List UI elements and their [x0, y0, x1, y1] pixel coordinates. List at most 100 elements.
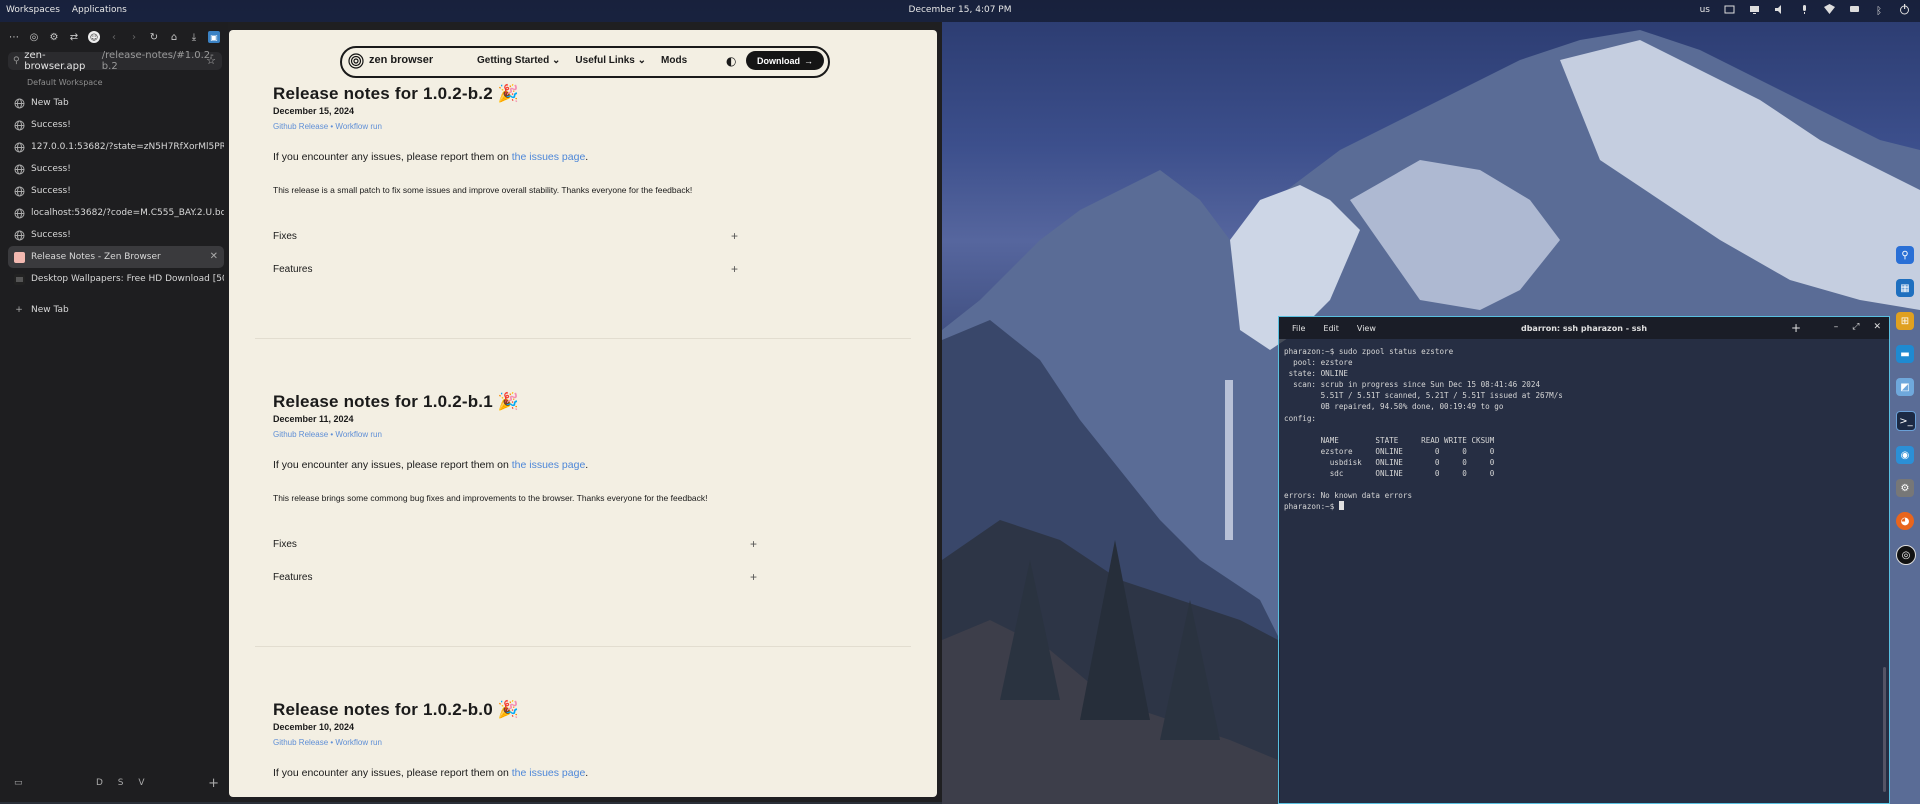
screenshot-icon[interactable]: ◉: [1896, 446, 1914, 464]
forward-icon[interactable]: ›: [128, 31, 140, 43]
tab-list: New Tab Success! 127.0.0.1:53682/?state=zN…: [8, 92, 224, 321]
github-release-link[interactable]: Github Release: [273, 122, 328, 131]
issues-page-link[interactable]: the issues page: [512, 151, 586, 163]
minimize-icon[interactable]: –: [1834, 322, 1839, 332]
system-top-bar: Workspaces Applications December 15, 4:0…: [0, 0, 1920, 22]
workspace-switcher[interactable]: D S V: [96, 778, 151, 788]
new-tab-label: New Tab: [31, 305, 69, 315]
globe-icon: [13, 207, 25, 219]
new-tab-button[interactable]: + New Tab: [8, 299, 224, 321]
theme-toggle-icon[interactable]: ◐: [726, 54, 736, 68]
browser-tab[interactable]: Desktop Wallpapers: Free HD Download [50…: [8, 268, 224, 290]
features-accordion[interactable]: Features +: [273, 570, 757, 586]
display-icon[interactable]: [1749, 4, 1760, 15]
settings-gear-icon[interactable]: ⚙: [1896, 479, 1914, 497]
firefox-icon[interactable]: ◕: [1896, 512, 1914, 530]
back-icon[interactable]: ‹: [108, 31, 120, 43]
section-divider: [255, 646, 911, 647]
reload-icon[interactable]: ↻: [148, 31, 160, 43]
tab-label: Success!: [31, 120, 71, 130]
github-release-link[interactable]: Github Release: [273, 738, 328, 747]
zen-logo-icon[interactable]: [348, 53, 364, 69]
terminal-scrollbar[interactable]: [1883, 667, 1886, 792]
site-brand[interactable]: zen browser: [369, 54, 433, 66]
globe-icon: [13, 141, 25, 153]
wifi-icon[interactable]: [1824, 4, 1835, 15]
globe-icon: [13, 229, 25, 241]
issues-page-link[interactable]: the issues page: [512, 459, 586, 471]
bluetooth-icon[interactable]: ᛒ: [1874, 4, 1885, 17]
image-viewer-icon[interactable]: ◩: [1896, 378, 1914, 396]
github-release-link[interactable]: Github Release: [273, 430, 328, 439]
issue-notice: If you encounter any issues, please repo…: [273, 459, 589, 471]
microphone-icon[interactable]: [1799, 4, 1810, 15]
url-bar[interactable]: ⚲ zen-browser.app/release-notes/#1.0.2-b…: [8, 50, 222, 72]
nav-mods[interactable]: Mods: [661, 55, 687, 66]
browser-tab[interactable]: Success!: [8, 114, 224, 136]
workflow-run-link[interactable]: Workflow run: [335, 122, 382, 131]
home-icon[interactable]: ⌂: [168, 31, 180, 43]
sync-icon[interactable]: ◎: [28, 31, 40, 43]
volume-icon[interactable]: [1774, 4, 1785, 15]
fixes-accordion[interactable]: Fixes +: [273, 537, 757, 553]
search-app-icon[interactable]: ⚲: [1896, 246, 1914, 264]
sidebar-toggle-icon[interactable]: ▭: [14, 778, 23, 788]
issue-notice: If you encounter any issues, please repo…: [273, 151, 589, 163]
browser-tab[interactable]: 127.0.0.1:53682/?state=zN5H7RfXorMl5PR_n…: [8, 136, 224, 158]
swap-icon[interactable]: ⇄: [68, 31, 80, 43]
screen-icon[interactable]: [1724, 4, 1735, 15]
clock[interactable]: December 15, 4:07 PM: [0, 5, 1920, 15]
close-tab-icon[interactable]: ✕: [210, 251, 218, 262]
chat-icon[interactable]: [1849, 4, 1860, 15]
terminal-app-icon[interactable]: >_: [1896, 411, 1916, 431]
terminal-window: File Edit View dbarron: ssh pharazon - s…: [1278, 316, 1890, 804]
extension-icon[interactable]: ▣: [208, 31, 220, 43]
workflow-run-link[interactable]: Workflow run: [335, 430, 382, 439]
software-center-icon[interactable]: ▦: [1896, 279, 1914, 297]
url-host: zen-browser.app: [24, 50, 86, 72]
expand-plus-icon: +: [749, 537, 757, 551]
more-icon[interactable]: ⋯: [8, 31, 20, 43]
tab-label: 127.0.0.1:53682/?state=zN5H7RfXorMl5PR_n…: [31, 142, 224, 152]
release-description: This release is a small patch to fix som…: [273, 185, 693, 195]
tab-label: Release Notes - Zen Browser: [31, 252, 161, 262]
power-icon[interactable]: [1899, 4, 1910, 15]
expand-plus-icon: +: [730, 262, 738, 276]
nav-useful-links[interactable]: Useful Links ⌄: [575, 55, 646, 66]
browser-tab[interactable]: Release Notes - Zen Browser ✕: [8, 246, 224, 268]
download-icon[interactable]: ⤓: [188, 31, 200, 43]
terminal-output[interactable]: pharazon:~$ sudo zpool status ezstore po…: [1284, 346, 1563, 512]
app-grid-icon[interactable]: ⊞: [1896, 312, 1914, 330]
section-divider: [255, 338, 911, 339]
tab-label: New Tab: [31, 98, 69, 108]
settings-icon[interactable]: ⚙: [48, 31, 60, 43]
browser-tab[interactable]: Success!: [8, 158, 224, 180]
add-workspace-button[interactable]: +: [208, 776, 219, 791]
issues-page-link[interactable]: the issues page: [512, 767, 586, 779]
browser-toolbar: ⋯ ◎ ⚙ ⇄ ☺ ‹ › ↻ ⌂ ⤓ ▣ ✚: [8, 30, 240, 44]
expand-plus-icon: +: [730, 229, 738, 243]
tab-label: Success!: [31, 186, 71, 196]
site-info-icon[interactable]: ⚲: [13, 56, 24, 66]
close-icon[interactable]: ✕: [1873, 322, 1881, 332]
app-dock: ⚲ ▦ ⊞ ▬ ◩ >_ ◉ ⚙ ◕ ◎: [1896, 246, 1918, 580]
browser-tab[interactable]: Success!: [8, 224, 224, 246]
new-tab-plus-icon[interactable]: +: [1791, 321, 1801, 335]
zen-browser-icon[interactable]: ◎: [1896, 545, 1916, 565]
keyboard-layout-indicator[interactable]: us: [1700, 5, 1710, 15]
browser-tab[interactable]: New Tab: [8, 92, 224, 114]
bookmark-star-icon[interactable]: ☆: [206, 54, 216, 67]
browser-tab[interactable]: localhost:53682/?code=M.C555_BAY.2.U.bd6…: [8, 202, 224, 224]
fixes-accordion[interactable]: Fixes +: [273, 229, 738, 245]
features-accordion[interactable]: Features +: [273, 262, 738, 278]
files-icon[interactable]: ▬: [1896, 345, 1914, 363]
download-button[interactable]: Download →: [746, 51, 824, 70]
workflow-run-link[interactable]: Workflow run: [335, 738, 382, 747]
zen-browser-window: ⋯ ◎ ⚙ ⇄ ☺ ‹ › ↻ ⌂ ⤓ ▣ ✚ ⚲ zen-browser.ap…: [0, 22, 942, 802]
account-icon[interactable]: ☺: [88, 31, 100, 43]
maximize-icon[interactable]: ⤢: [1852, 322, 1859, 332]
nav-getting-started[interactable]: Getting Started ⌄: [477, 55, 560, 66]
chevron-down-icon: ⌄: [552, 55, 561, 66]
browser-tab[interactable]: Success!: [8, 180, 224, 202]
web-page-content: zen browser Getting Started ⌄ Useful Lin…: [229, 30, 937, 797]
